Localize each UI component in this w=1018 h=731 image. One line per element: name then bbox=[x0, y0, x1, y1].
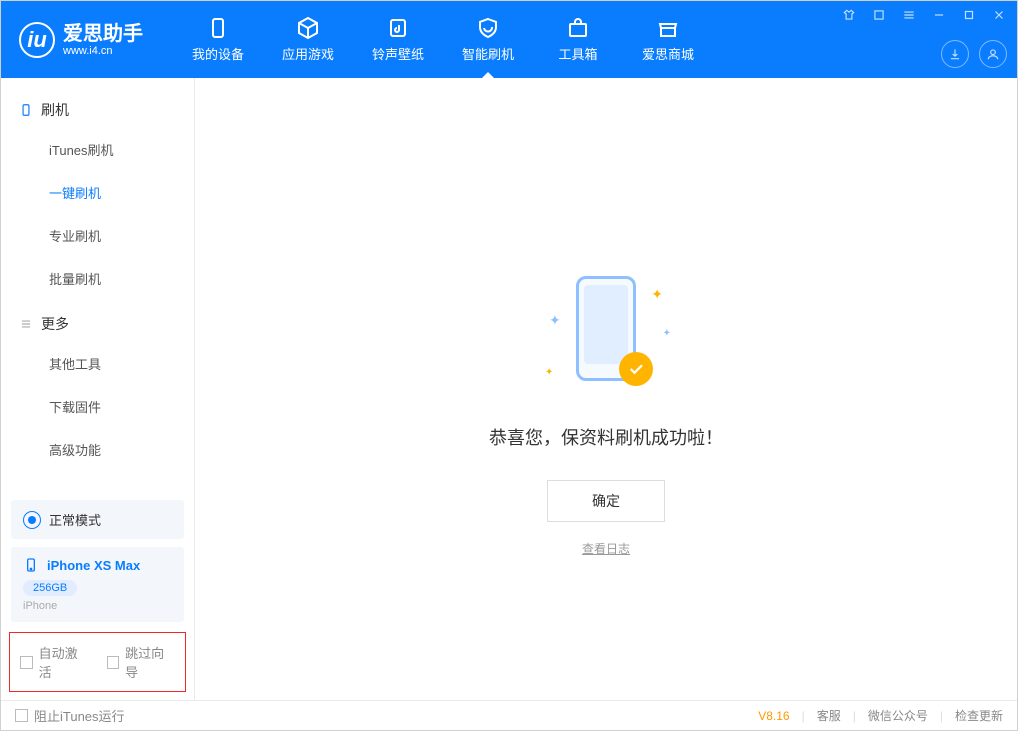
list-icon bbox=[19, 317, 33, 331]
shop-icon bbox=[656, 16, 680, 40]
sidebar-item-pro-flash[interactable]: 专业刷机 bbox=[1, 214, 194, 257]
sidebar: 刷机 iTunes刷机 一键刷机 专业刷机 批量刷机 更多 其他工具 下载固件 … bbox=[1, 78, 195, 700]
body: 刷机 iTunes刷机 一键刷机 专业刷机 批量刷机 更多 其他工具 下载固件 … bbox=[1, 78, 1017, 700]
checkbox-icon bbox=[107, 656, 120, 669]
device-panel: 正常模式 iPhone XS Max 256GB iPhone bbox=[1, 500, 194, 632]
phone-icon bbox=[206, 16, 230, 40]
toolbox-icon bbox=[566, 16, 590, 40]
sparkle-icon: ✦ bbox=[663, 328, 671, 339]
nav-app-games[interactable]: 应用游戏 bbox=[263, 1, 353, 78]
sidebar-item-download-firmware[interactable]: 下载固件 bbox=[1, 385, 194, 428]
version-label: V8.16 bbox=[758, 709, 789, 723]
sparkle-icon: ✦ bbox=[651, 286, 663, 303]
nav-ringtone-wallpaper[interactable]: 铃声壁纸 bbox=[353, 1, 443, 78]
maximize-icon[interactable] bbox=[959, 7, 979, 23]
checkbox-skip-guide[interactable]: 跳过向导 bbox=[107, 643, 176, 681]
minimize-icon[interactable] bbox=[929, 7, 949, 23]
mode-dot-icon bbox=[23, 511, 41, 529]
bottom-options-highlighted: 自动激活 跳过向导 bbox=[9, 632, 186, 692]
checkbox-icon bbox=[15, 709, 28, 722]
checkbox-block-itunes[interactable]: 阻止iTunes运行 bbox=[15, 706, 125, 725]
nav-store[interactable]: 爱思商城 bbox=[623, 1, 713, 78]
device-mode[interactable]: 正常模式 bbox=[11, 500, 184, 539]
sparkle-icon: ✦ bbox=[549, 312, 561, 329]
user-icon[interactable] bbox=[979, 40, 1007, 68]
sidebar-item-advanced[interactable]: 高级功能 bbox=[1, 428, 194, 471]
success-title: 恭喜您，保资料刷机成功啦！ bbox=[489, 424, 723, 450]
main-content: ✦ ✦ ✦ ✦ 恭喜您，保资料刷机成功啦！ 确定 查看日志 bbox=[195, 78, 1017, 700]
download-icon[interactable] bbox=[941, 40, 969, 68]
logo-icon: iu bbox=[19, 22, 55, 58]
footer-link-support[interactable]: 客服 bbox=[817, 707, 841, 724]
app-title: 爱思助手 bbox=[63, 23, 143, 45]
view-log-link[interactable]: 查看日志 bbox=[582, 540, 630, 557]
status-bar: 阻止iTunes运行 V8.16 | 客服 | 微信公众号 | 检查更新 bbox=[1, 700, 1017, 730]
device-name: iPhone XS Max bbox=[47, 558, 140, 573]
menu-icon[interactable] bbox=[899, 7, 919, 23]
sparkle-icon: ✦ bbox=[545, 367, 553, 378]
music-note-icon bbox=[386, 16, 410, 40]
app-subtitle: www.i4.cn bbox=[63, 45, 143, 57]
sidebar-item-itunes-flash[interactable]: iTunes刷机 bbox=[1, 128, 194, 171]
window-controls bbox=[839, 7, 1009, 23]
shirt-icon[interactable] bbox=[839, 7, 859, 23]
footer-link-update[interactable]: 检查更新 bbox=[955, 707, 1003, 724]
device-card[interactable]: iPhone XS Max 256GB iPhone bbox=[11, 547, 184, 622]
device-phone-icon bbox=[23, 557, 39, 573]
close-icon[interactable] bbox=[989, 7, 1009, 23]
storage-badge: 256GB bbox=[23, 580, 77, 596]
nav-toolbox[interactable]: 工具箱 bbox=[533, 1, 623, 78]
device-type: iPhone bbox=[23, 600, 172, 612]
header-right-icons bbox=[941, 40, 1007, 68]
success-illustration: ✦ ✦ ✦ ✦ bbox=[541, 268, 671, 398]
sidebar-item-other-tools[interactable]: 其他工具 bbox=[1, 342, 194, 385]
checkbox-icon bbox=[20, 656, 33, 669]
phone-outline-icon bbox=[19, 103, 33, 117]
main-nav: 我的设备 应用游戏 铃声壁纸 智能刷机 工具箱 爱思商城 bbox=[173, 1, 713, 78]
refresh-shield-icon bbox=[476, 16, 500, 40]
checkbox-auto-activate[interactable]: 自动激活 bbox=[20, 643, 89, 681]
confirm-button[interactable]: 确定 bbox=[547, 480, 665, 522]
nav-my-device[interactable]: 我的设备 bbox=[173, 1, 263, 78]
sidebar-item-batch-flash[interactable]: 批量刷机 bbox=[1, 257, 194, 300]
sidebar-section-flash: 刷机 bbox=[1, 92, 194, 128]
footer-link-wechat[interactable]: 微信公众号 bbox=[868, 707, 928, 724]
app-header: iu 爱思助手 www.i4.cn 我的设备 应用游戏 铃声壁纸 智能刷机 工具… bbox=[1, 1, 1017, 78]
square-icon[interactable] bbox=[869, 7, 889, 23]
sidebar-item-one-click-flash[interactable]: 一键刷机 bbox=[1, 171, 194, 214]
app-logo: iu 爱思助手 www.i4.cn bbox=[1, 1, 161, 78]
nav-smart-flash[interactable]: 智能刷机 bbox=[443, 1, 533, 78]
sidebar-section-more: 更多 bbox=[1, 306, 194, 342]
check-badge-icon bbox=[619, 352, 653, 386]
cube-icon bbox=[296, 16, 320, 40]
